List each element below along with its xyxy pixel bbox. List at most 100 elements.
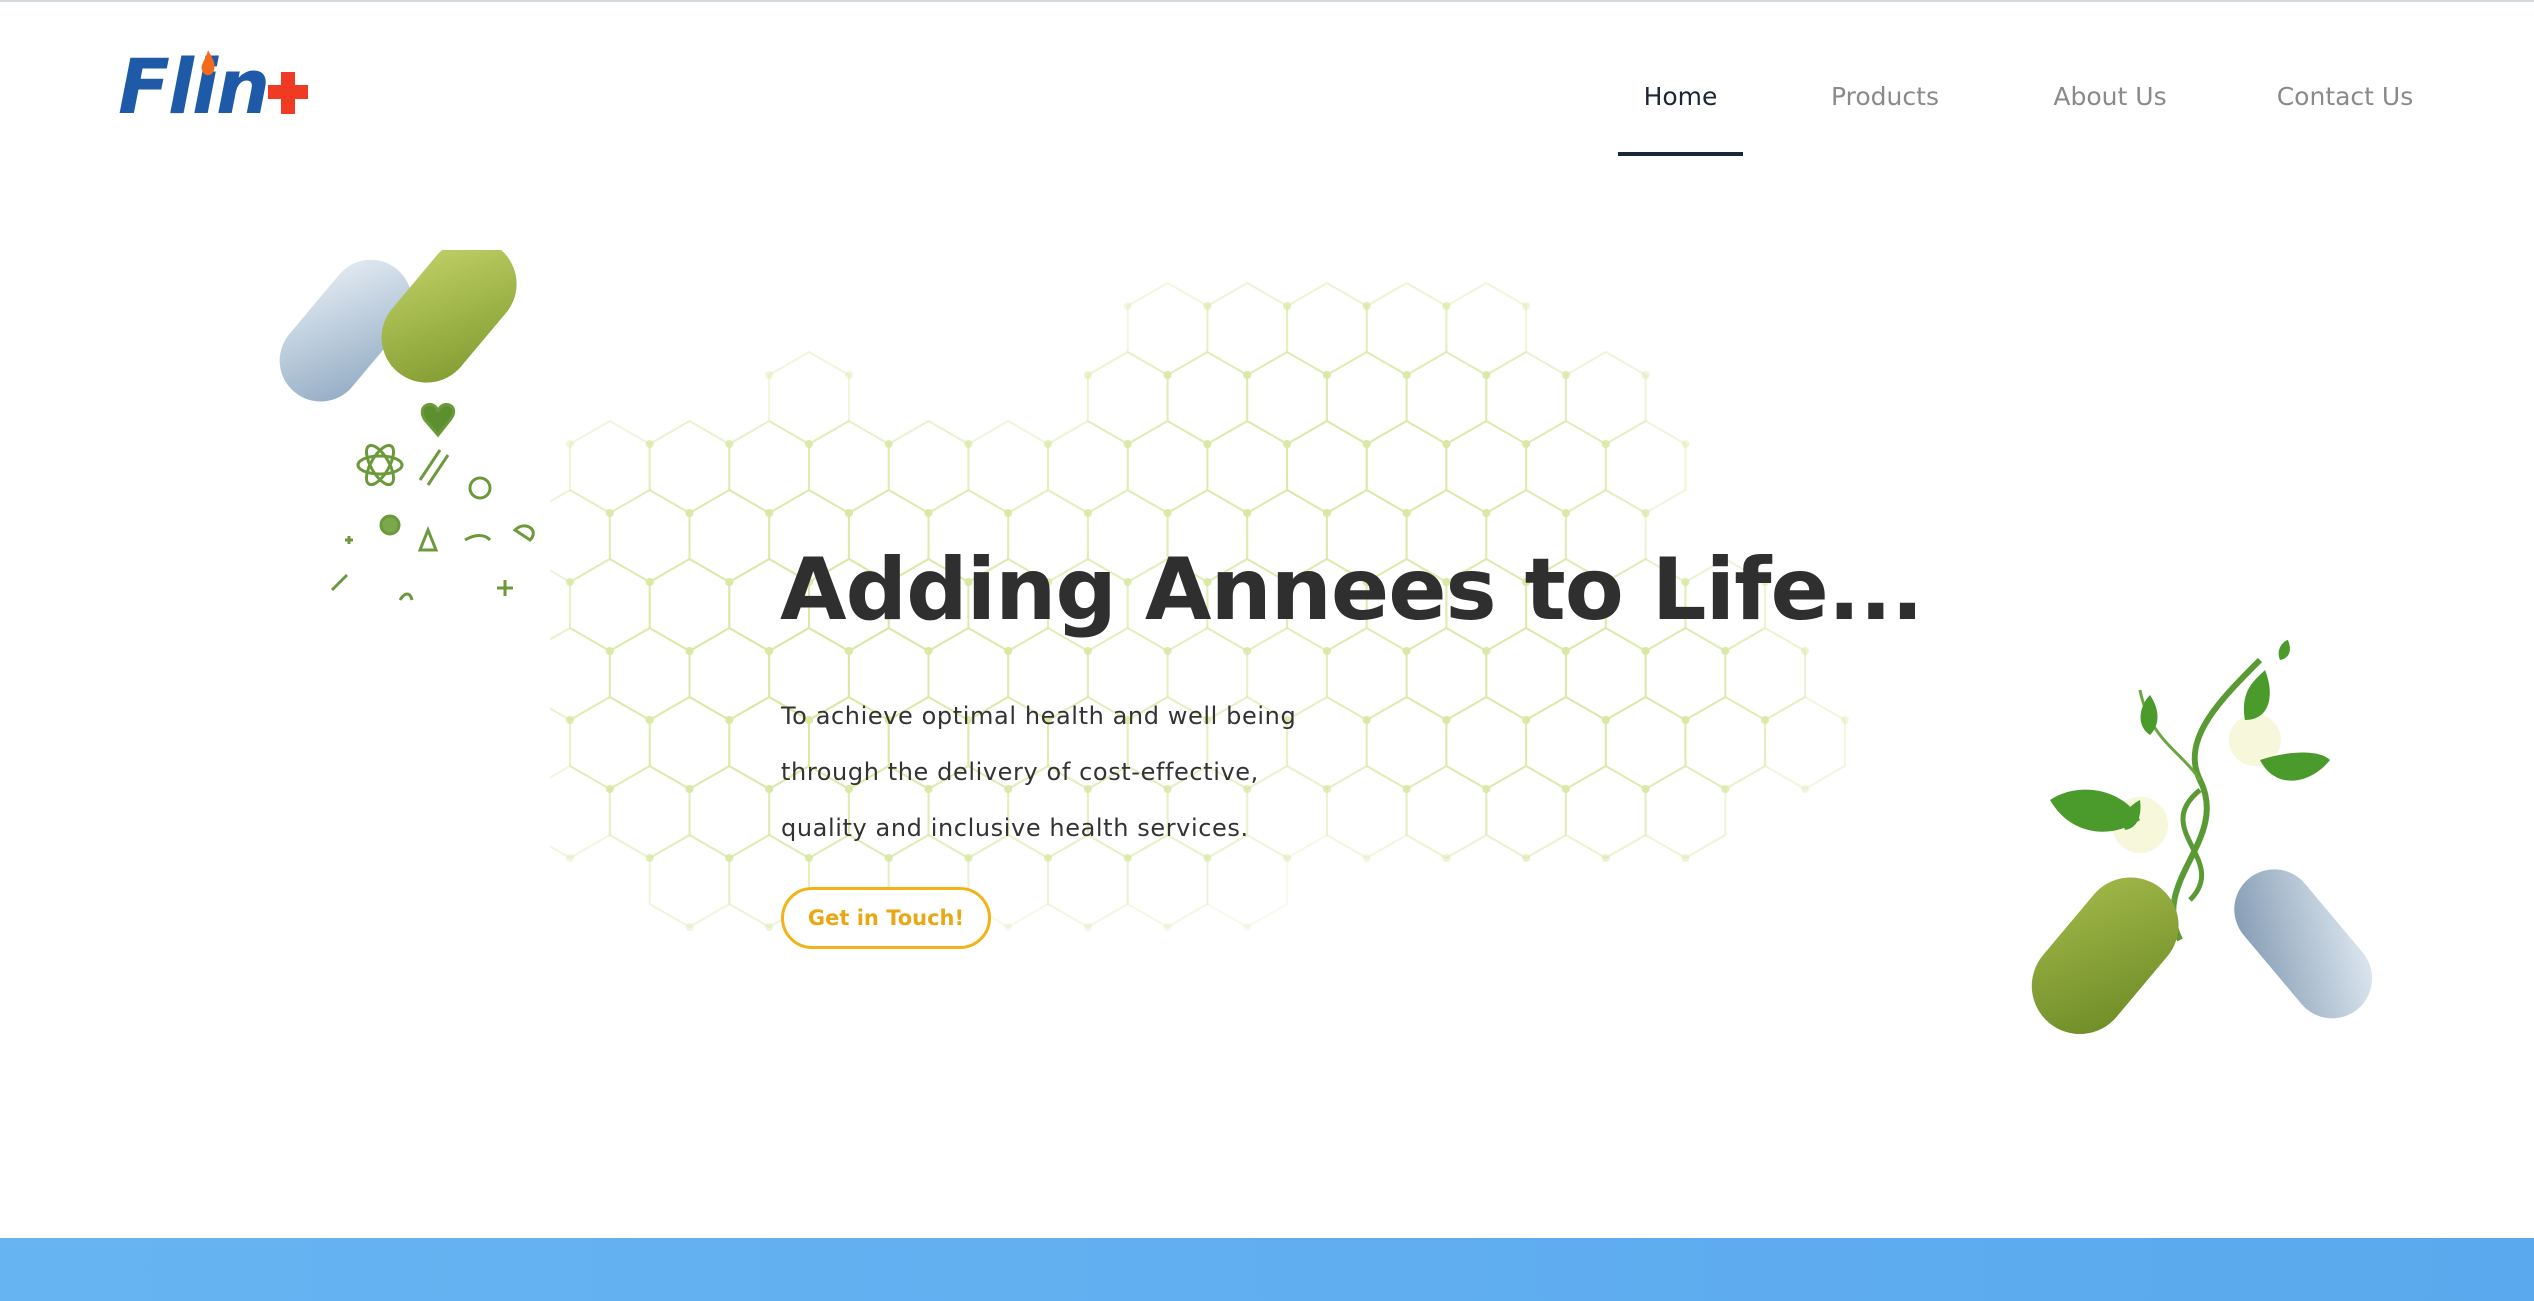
honeycomb-cell (768, 350, 850, 446)
honeycomb-cell (1485, 350, 1567, 446)
molecule-node (1522, 302, 1531, 310)
nav-products-link[interactable]: Products (1818, 82, 1952, 156)
molecule-node (1083, 923, 1092, 931)
molecule-node (1761, 716, 1770, 724)
molecule-node (685, 509, 694, 517)
molecule-node (1402, 785, 1411, 793)
molecule-node (725, 440, 734, 448)
honeycomb-cell (1405, 626, 1488, 722)
honeycomb-cell (887, 419, 970, 515)
molecule-node (725, 854, 734, 862)
honeycomb-cell (967, 419, 1049, 515)
honeycomb-cell (1286, 419, 1368, 515)
hero-description-line: quality and inclusive health services. (781, 814, 1249, 842)
honeycomb-cell (1684, 695, 1767, 791)
honeycomb-cell (1644, 764, 1727, 860)
molecule-node (1083, 509, 1092, 517)
molecule-node (1840, 716, 1849, 724)
molecule-node (1004, 923, 1013, 931)
honeycomb-cell (1485, 626, 1567, 722)
molecule-node (1561, 509, 1570, 517)
molecule-node (1721, 785, 1730, 793)
hero-description-line: To achieve optimal health and well being (781, 702, 1297, 730)
honeycomb-cell (1206, 419, 1289, 515)
honeycomb-cell (1246, 350, 1328, 446)
honeycomb-cell (728, 419, 810, 515)
molecule-node (645, 578, 654, 586)
molecule-node (1641, 509, 1650, 517)
molecule-node (1243, 371, 1252, 379)
molecule-node (1482, 785, 1491, 793)
molecule-node (1641, 647, 1650, 655)
molecule-node (566, 716, 574, 724)
honeycomb-cell (1086, 350, 1169, 446)
top-border (0, 0, 2534, 2)
molecule-node (1442, 440, 1451, 448)
molecule-node (685, 647, 694, 655)
honeycomb-cell (1126, 419, 1209, 515)
honeycomb-cell (648, 419, 731, 515)
molecule-node (1801, 785, 1809, 793)
honeycomb-cell (1525, 695, 1607, 791)
molecule-node (805, 440, 813, 448)
honeycomb-cell (569, 695, 651, 791)
molecule-node (1163, 371, 1172, 379)
molecule-node (1482, 647, 1491, 655)
molecule-node (924, 647, 933, 655)
molecule-node (685, 923, 694, 931)
molecule-node (725, 716, 734, 724)
honeycomb-cell (550, 626, 611, 722)
molecule-node (1801, 647, 1809, 655)
honeycomb-cell (1564, 764, 1647, 860)
honeycomb-cell (608, 488, 691, 584)
molecule-node (1522, 716, 1531, 724)
nav-home-link[interactable]: Home (1618, 82, 1743, 156)
honeycomb-cell (648, 557, 731, 653)
molecule-node (1083, 371, 1092, 379)
molecule-node (1123, 440, 1132, 448)
molecule-node (1601, 716, 1610, 724)
nav-about-link[interactable]: About Us (2040, 82, 2180, 156)
main-navigation: Home Products About Us Contact Us (0, 58, 2534, 156)
molecule-node (645, 716, 654, 724)
honeycomb-cell (1604, 419, 1687, 515)
molecule-node (1402, 371, 1411, 379)
molecule-node (1561, 371, 1570, 379)
molecule-node (1482, 371, 1491, 379)
molecule-node (1283, 440, 1292, 448)
molecule-node (1362, 440, 1371, 448)
molecule-node (1322, 647, 1331, 655)
molecule-node (1721, 647, 1730, 655)
honeycomb-cell (1126, 281, 1209, 377)
molecule-node (964, 440, 973, 448)
molecule-node (1163, 923, 1172, 931)
molecule-node (765, 923, 774, 931)
capsule-with-leaves-illustration (2031, 640, 2373, 1035)
molecule-node (924, 509, 933, 517)
honeycomb-cell (1325, 350, 1408, 446)
molecule-node (765, 371, 774, 379)
molecule-node (1203, 440, 1212, 448)
molecule-node (884, 440, 893, 448)
molecule-node (566, 854, 574, 862)
molecule-node (1123, 302, 1132, 310)
honeycomb-cell (1724, 626, 1806, 722)
molecule-node (1641, 371, 1650, 379)
honeycomb-cell (1485, 764, 1567, 860)
molecule-node (1482, 509, 1491, 517)
molecule-node (1362, 302, 1371, 310)
molecule-node (1402, 647, 1411, 655)
molecule-node (1243, 923, 1252, 931)
nav-contact-link[interactable]: Contact Us (2260, 82, 2430, 156)
footer-color-band (0, 1238, 2534, 1301)
molecule-node (605, 647, 614, 655)
honeycomb-cell (808, 419, 890, 515)
honeycomb-cell (1564, 626, 1647, 722)
molecule-node (1601, 440, 1610, 448)
honeycomb-cell (1286, 281, 1368, 377)
honeycomb-cell (1445, 419, 1528, 515)
molecule-node (685, 785, 694, 793)
molecule-node (1681, 440, 1690, 448)
molecule-node (844, 647, 853, 655)
get-in-touch-button[interactable]: Get in Touch! (781, 887, 991, 949)
